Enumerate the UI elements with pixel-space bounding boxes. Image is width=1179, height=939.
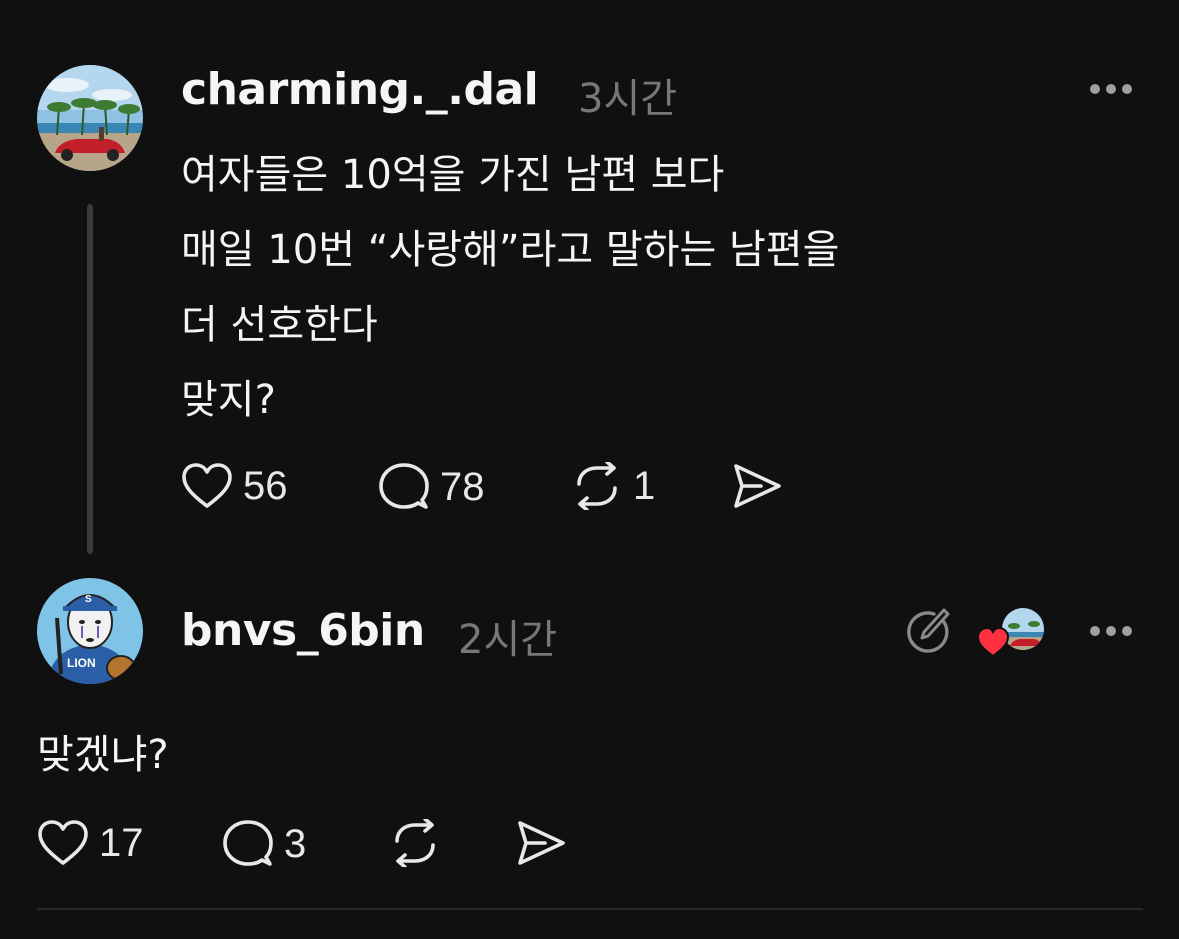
share-button[interactable] bbox=[515, 819, 567, 867]
beach-car-avatar-image bbox=[37, 65, 143, 171]
dot-icon bbox=[1122, 84, 1132, 94]
repost-count: 1 bbox=[633, 463, 656, 508]
avatar[interactable]: LION S bbox=[37, 578, 143, 684]
repost-icon bbox=[577, 462, 617, 510]
like-button[interactable]: 56 bbox=[181, 462, 288, 510]
like-count: 56 bbox=[243, 463, 288, 508]
like-button[interactable]: 17 bbox=[37, 819, 144, 867]
post-text-line: 맞겠냐? bbox=[37, 732, 169, 778]
dot-icon bbox=[1122, 626, 1132, 636]
lions-mascot-avatar-image: LION S bbox=[37, 578, 143, 684]
reply-count: 3 bbox=[284, 821, 307, 866]
edit-circle-icon bbox=[907, 608, 950, 653]
repost-button[interactable] bbox=[389, 819, 441, 867]
more-options-button[interactable] bbox=[1090, 83, 1132, 95]
post-text-line: 더 선호한다 bbox=[181, 302, 378, 348]
divider bbox=[37, 908, 1143, 910]
liked-by-author-indicator[interactable] bbox=[976, 606, 1050, 658]
send-icon bbox=[734, 464, 781, 508]
share-button[interactable] bbox=[731, 462, 783, 510]
dot-icon bbox=[1090, 626, 1100, 636]
edit-indicator-button[interactable] bbox=[904, 608, 952, 660]
thread-line bbox=[87, 204, 93, 554]
heart-icon bbox=[38, 820, 88, 865]
dot-icon bbox=[1106, 626, 1116, 636]
reply-count: 78 bbox=[440, 464, 485, 509]
comment-icon bbox=[223, 820, 273, 866]
post-text-line: 여자들은 10억을 가진 남편 보다 bbox=[181, 152, 725, 198]
svg-text:LION: LION bbox=[67, 656, 96, 670]
svg-text:S: S bbox=[85, 594, 92, 605]
more-options-button[interactable] bbox=[1090, 625, 1132, 637]
repost-icon bbox=[395, 819, 435, 867]
dot-icon bbox=[1090, 84, 1100, 94]
post-time: 3시간 bbox=[578, 76, 678, 122]
post-text-line: 맞지? bbox=[181, 377, 276, 423]
like-count: 17 bbox=[99, 820, 144, 865]
avatar[interactable] bbox=[37, 65, 143, 171]
send-icon bbox=[518, 821, 565, 865]
heart-icon bbox=[976, 626, 1010, 658]
reply-button[interactable]: 3 bbox=[222, 819, 306, 869]
username[interactable]: charming._.dal bbox=[181, 64, 539, 115]
post-text-line: 매일 10번 “사랑해”라고 말하는 남편을 bbox=[181, 227, 840, 273]
heart-icon bbox=[182, 463, 232, 508]
comment-icon bbox=[379, 463, 429, 509]
post-time: 2시간 bbox=[458, 617, 558, 663]
reply-button[interactable]: 78 bbox=[378, 462, 485, 512]
dot-icon bbox=[1106, 84, 1116, 94]
username[interactable]: bnvs_6bin bbox=[181, 605, 425, 656]
repost-button[interactable]: 1 bbox=[571, 462, 655, 510]
